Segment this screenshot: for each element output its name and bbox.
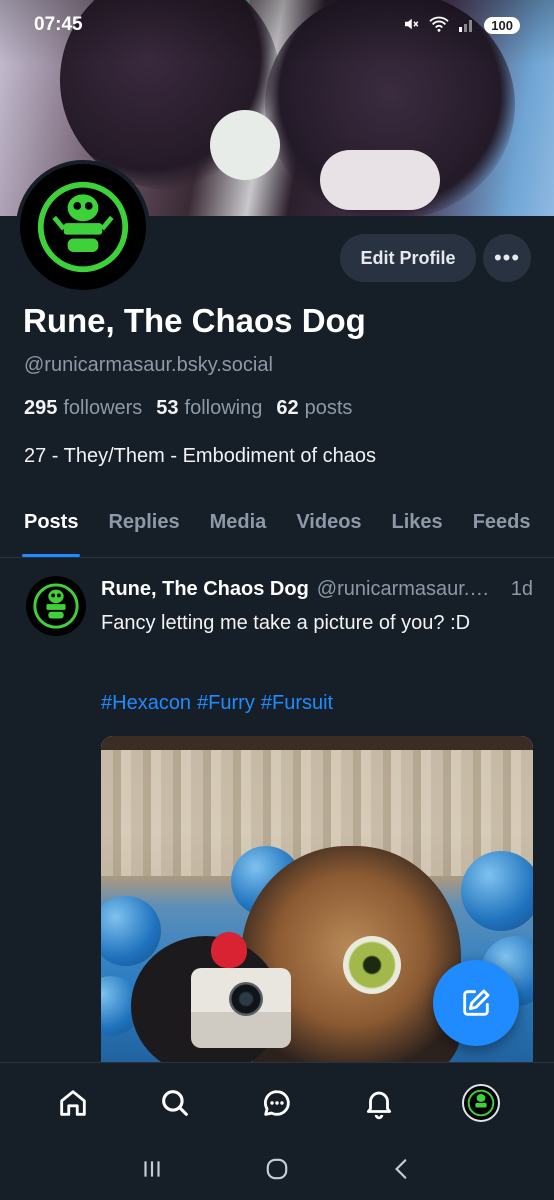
post-header: Rune, The Chaos Dog @runicarmasaur.bsky.… (101, 578, 533, 601)
nav-search[interactable] (148, 1076, 202, 1130)
recents-icon (144, 1160, 160, 1177)
profile-tabs: Posts Replies Media Videos Likes Feeds (0, 496, 554, 558)
compose-post-button[interactable] (433, 960, 519, 1046)
system-navigation-bar (0, 1142, 554, 1200)
hashtag-link[interactable]: #Furry (197, 692, 255, 715)
wifi-icon (428, 15, 450, 36)
system-home-button[interactable] (264, 1156, 290, 1187)
nav-home[interactable] (46, 1076, 100, 1130)
profile-avatar (462, 1083, 500, 1122)
tab-replies[interactable]: Replies (108, 496, 179, 557)
profile-display-name: Rune, The Chaos Dog (23, 302, 366, 339)
chaos-dog-logo (33, 583, 79, 629)
profile-handle: @runicarmasaur.bsky.social (24, 354, 273, 376)
profile-stats: 295 followers 53 following 62 posts (24, 397, 352, 420)
status-bar: 07:45 100 (0, 0, 554, 50)
nav-notifications[interactable] (352, 1076, 406, 1130)
system-back-button[interactable] (389, 1156, 415, 1187)
bell-icon (366, 1091, 392, 1119)
post-author-avatar[interactable] (26, 576, 86, 636)
tab-media[interactable]: Media (210, 496, 267, 557)
followers-link[interactable]: 295 followers (24, 397, 142, 420)
battery-indicator: 100 (484, 16, 520, 34)
more-options-button[interactable]: ••• (483, 234, 531, 282)
following-link[interactable]: 53 following (156, 397, 262, 420)
profile-avatar[interactable] (16, 160, 150, 294)
chaos-dog-logo (37, 181, 129, 273)
post-author-handle[interactable]: @runicarmasaur.bsky.social (317, 578, 499, 601)
search-icon (162, 1089, 188, 1116)
pencil-square-icon (463, 989, 490, 1016)
posts-count: 62 posts (276, 397, 353, 419)
tab-videos[interactable]: Videos (296, 496, 361, 557)
back-icon (394, 1158, 406, 1179)
post-timestamp[interactable]: 1d (511, 578, 533, 601)
bottom-navigation (0, 1062, 554, 1142)
signal-icon (458, 16, 476, 35)
hashtag-link[interactable]: #Fursuit (261, 692, 333, 715)
tab-feeds[interactable]: Feeds (473, 496, 531, 557)
home-circle-icon (266, 1158, 288, 1179)
edit-profile-button[interactable]: Edit Profile (340, 234, 476, 282)
post-text: Fancy letting me take a picture of you? … (101, 612, 471, 634)
tab-posts[interactable]: Posts (21, 496, 81, 557)
chaos-dog-logo (467, 1089, 495, 1116)
post-author-name[interactable]: Rune, The Chaos Dog (101, 578, 309, 601)
post-hashtags: #Hexacon #Furry #Fursuit (101, 692, 333, 715)
profile-bio: 27 - They/Them - Embodiment of chaos (24, 445, 377, 467)
recents-button[interactable] (139, 1156, 165, 1187)
nav-profile[interactable] (454, 1076, 508, 1130)
nav-chat[interactable] (250, 1076, 304, 1130)
mute-icon (402, 15, 420, 36)
hashtag-link[interactable]: #Hexacon (101, 692, 191, 715)
chat-icon (264, 1089, 290, 1116)
home-icon (60, 1089, 86, 1116)
tab-likes[interactable]: Likes (392, 496, 443, 557)
status-time: 07:45 (34, 14, 83, 35)
